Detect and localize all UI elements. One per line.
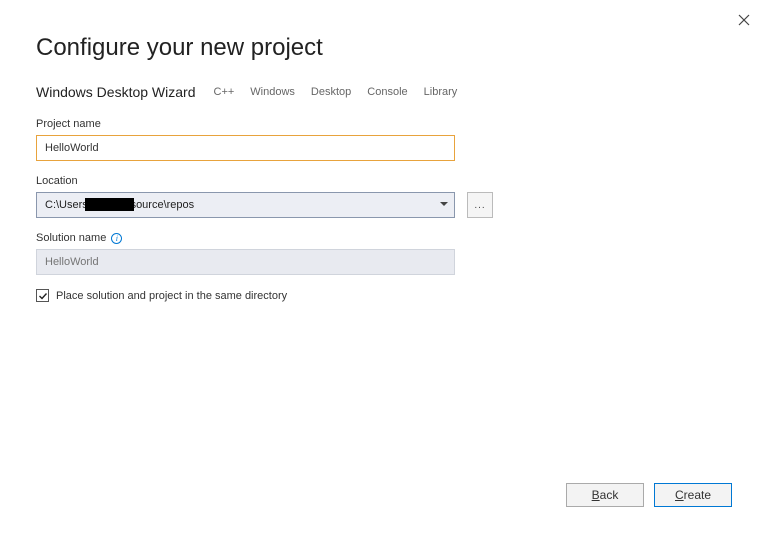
template-name: Windows Desktop Wizard <box>36 84 196 100</box>
solution-name-label: Solution name i <box>36 232 732 244</box>
template-tags: C++ Windows Desktop Console Library <box>214 86 458 98</box>
info-icon[interactable]: i <box>111 233 122 244</box>
tag-library: Library <box>424 86 458 98</box>
create-button[interactable]: Create <box>654 483 732 507</box>
project-name-label: Project name <box>36 118 732 130</box>
tag-windows: Windows <box>250 86 295 98</box>
back-button[interactable]: Back <box>566 483 644 507</box>
tag-desktop: Desktop <box>311 86 351 98</box>
template-header: Windows Desktop Wizard C++ Windows Deskt… <box>36 84 732 100</box>
footer-buttons: Back Create <box>566 483 732 507</box>
same-directory-label: Place solution and project in the same d… <box>56 290 287 302</box>
tag-cpp: C++ <box>214 86 235 98</box>
solution-name-input <box>36 249 455 275</box>
redacted-text <box>85 198 134 211</box>
same-directory-checkbox[interactable] <box>36 289 49 302</box>
close-icon[interactable] <box>736 12 752 28</box>
check-icon <box>38 291 48 301</box>
project-name-input[interactable] <box>36 135 455 161</box>
tag-console: Console <box>367 86 407 98</box>
page-title: Configure your new project <box>36 0 732 84</box>
location-label: Location <box>36 175 732 187</box>
browse-button[interactable]: ... <box>467 192 493 218</box>
